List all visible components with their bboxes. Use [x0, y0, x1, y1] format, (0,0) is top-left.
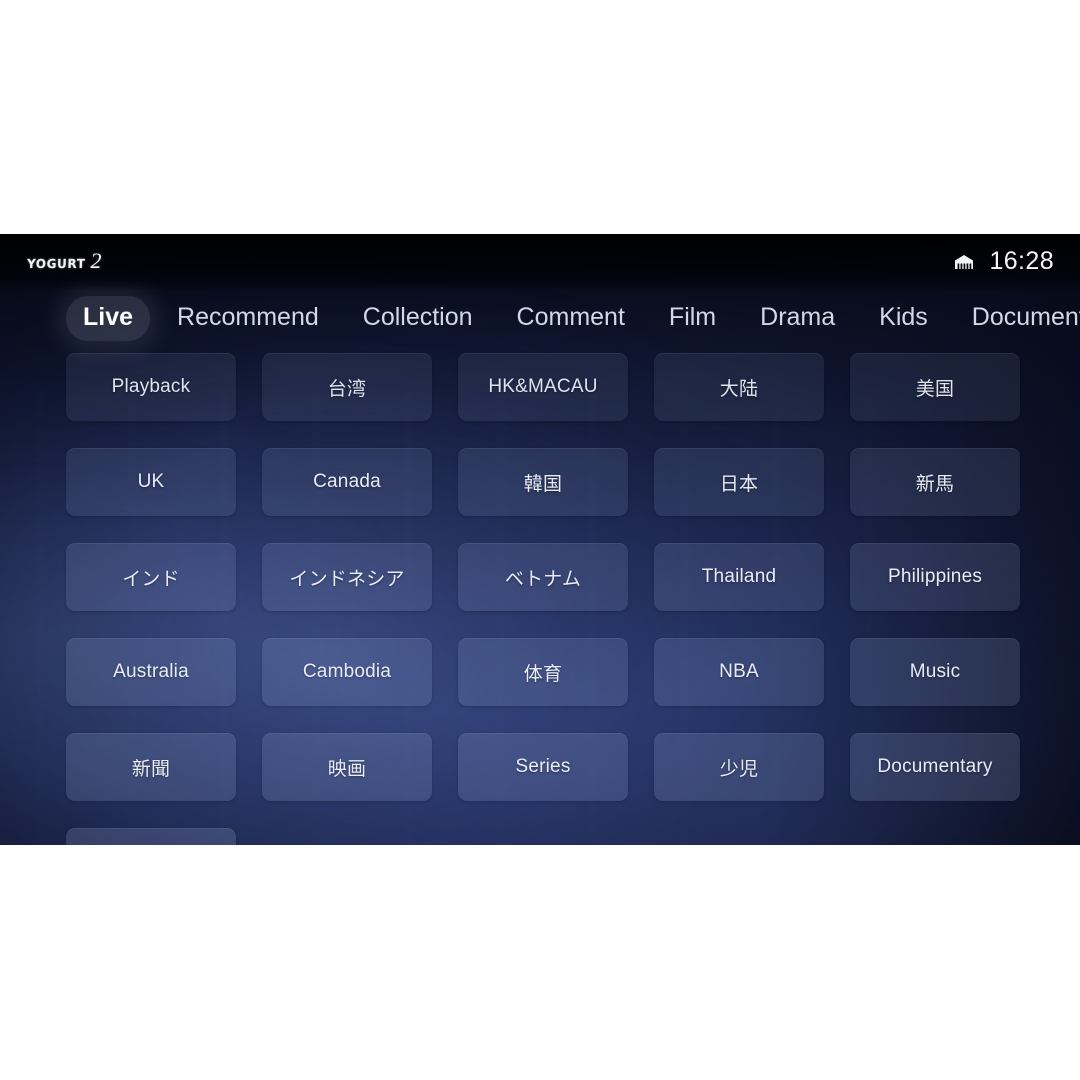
category-tile[interactable]: インド	[66, 543, 236, 611]
category-grid: Playback 台湾 HK&MACAU 大陆 美国 UK Canada 韓国 …	[66, 353, 1020, 845]
category-tile-label: 台湾	[327, 378, 367, 400]
category-tile[interactable]: NBA	[654, 638, 824, 706]
category-tile[interactable]: Music	[850, 638, 1020, 706]
category-tile[interactable]: Thailand	[654, 543, 824, 611]
category-tile[interactable]: Series	[458, 733, 628, 801]
category-tile-label: 大陆	[719, 378, 759, 400]
category-tile-label: Canada	[313, 471, 381, 492]
category-tile-label: Australia	[113, 661, 189, 682]
ethernet-icon	[953, 253, 975, 271]
category-tile[interactable]: HK&MACAU	[458, 353, 628, 421]
category-tile[interactable]: Playback	[66, 353, 236, 421]
category-tile-label: Thailand	[701, 566, 777, 587]
category-tile[interactable]: 体育	[458, 638, 628, 706]
category-tile-label: Philippines	[887, 566, 983, 587]
category-tile-label: 新馬	[915, 473, 955, 495]
category-tile[interactable]: ベトナム	[458, 543, 628, 611]
category-tile-label: HK&MACAU	[488, 376, 598, 397]
category-tile[interactable]: Cambodia	[262, 638, 432, 706]
category-tile-label: Cambodia	[302, 661, 392, 682]
category-tile-label: Series	[515, 756, 571, 777]
status-indicators: 16:28	[953, 249, 1054, 274]
category-tile[interactable]: 大陆	[654, 353, 824, 421]
category-tile-label: 日本	[719, 473, 759, 495]
category-tile-label: 美国	[915, 378, 955, 400]
category-tile-label: インドネシア	[289, 568, 405, 590]
category-tile[interactable]: Philippines	[850, 543, 1020, 611]
app-logo-number: 2	[90, 248, 102, 273]
category-tile[interactable]: 韓国	[458, 448, 628, 516]
category-tile-label: UK	[137, 471, 165, 492]
tab-bar: Live Recommend Collection Comment Film D…	[0, 294, 1080, 342]
category-tile-label: 韓国	[523, 473, 563, 495]
tab-recommend[interactable]: Recommend	[160, 296, 336, 341]
tv-screen: Yogurt 2 16:28 Live	[0, 234, 1080, 845]
clock: 16:28	[989, 247, 1054, 275]
status-bar: Yogurt 2 16:28	[0, 234, 1080, 290]
tab-live[interactable]: Live	[66, 295, 151, 341]
tab-drama[interactable]: Drama	[743, 296, 852, 341]
tab-kids[interactable]: Kids	[862, 296, 945, 341]
category-tile[interactable]: 美国	[850, 353, 1020, 421]
category-tile-label: 映画	[327, 758, 367, 780]
category-tile[interactable]: インドネシア	[262, 543, 432, 611]
category-tile-label: Playback	[111, 376, 191, 397]
category-tile-label: インド	[122, 568, 180, 590]
category-tile[interactable]: Documentary	[850, 733, 1020, 801]
tab-comment[interactable]: Comment	[500, 296, 642, 341]
category-tile[interactable]	[66, 828, 236, 845]
category-tile-label: 体育	[523, 663, 563, 685]
app-logo-word: Yogurt	[26, 252, 86, 274]
category-tile[interactable]: UK	[66, 448, 236, 516]
category-tile-label: 新聞	[131, 758, 171, 780]
screenshot-root: Yogurt 2 16:28 Live	[0, 0, 1080, 1080]
category-tile[interactable]: 少児	[654, 733, 824, 801]
category-tile-label: NBA	[719, 661, 759, 682]
category-tile-label: Documentary	[877, 756, 993, 777]
category-tile[interactable]: 日本	[654, 448, 824, 516]
tab-film[interactable]: Film	[652, 296, 733, 341]
category-tile[interactable]: Canada	[262, 448, 432, 516]
tab-collection[interactable]: Collection	[346, 296, 490, 341]
category-tile-label: ベトナム	[504, 568, 582, 590]
app-logo: Yogurt 2	[26, 248, 102, 274]
category-tile-label: 少児	[719, 758, 759, 780]
tab-documentary[interactable]: Documentary	[955, 296, 1080, 341]
category-tile[interactable]: 新馬	[850, 448, 1020, 516]
category-tile[interactable]: Australia	[66, 638, 236, 706]
category-tile[interactable]: 映画	[262, 733, 432, 801]
category-tile-label: Music	[909, 661, 961, 682]
category-tile[interactable]: 台湾	[262, 353, 432, 421]
category-tile[interactable]: 新聞	[66, 733, 236, 801]
